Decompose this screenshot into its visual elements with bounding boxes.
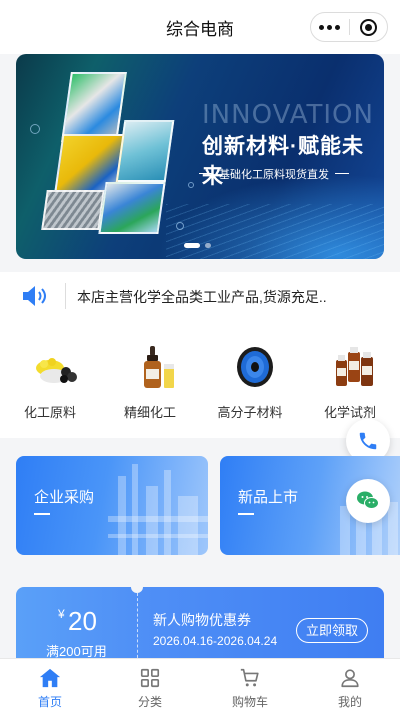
- coupon-validity: 2026.04.16-2026.04.24: [153, 634, 278, 648]
- notice-divider: [65, 283, 66, 309]
- category-label: 化学试剂: [323, 405, 376, 420]
- collage-tile: [115, 120, 175, 182]
- close-target-icon[interactable]: [349, 13, 387, 41]
- banner-dot[interactable]: [205, 243, 211, 248]
- tab-home[interactable]: 首页: [0, 659, 100, 712]
- category-item-reagents[interactable]: 化学试剂: [300, 320, 400, 438]
- category-item-fine-chemicals[interactable]: 精细化工: [100, 320, 200, 438]
- collage-tile: [98, 182, 166, 234]
- wechat-contact-button[interactable]: [346, 479, 390, 523]
- top-nav-bar: 综合电商: [0, 0, 400, 54]
- phone-icon: [359, 432, 377, 450]
- tab-label: 购物车: [231, 695, 268, 709]
- hero-banner[interactable]: INNOVATION 创新材料·赋能未来 基础化工原料现货直发: [16, 54, 384, 259]
- tab-cart[interactable]: 购物车: [200, 659, 300, 712]
- raw-materials-icon: [36, 358, 77, 383]
- home-icon: [39, 668, 61, 688]
- coupon-divider: [137, 593, 138, 663]
- more-options-icon[interactable]: [311, 13, 349, 41]
- banner-en-text: INNOVATION: [202, 100, 374, 130]
- category-label: 高分子材料: [217, 405, 283, 420]
- promo-card-title: 新品上市: [238, 489, 299, 506]
- collage-tile: [41, 190, 105, 230]
- mini-program-capsule: [310, 12, 388, 42]
- category-label: 精细化工: [123, 405, 176, 420]
- promo-card-enterprise[interactable]: 企业采购: [16, 456, 208, 555]
- tab-label: 分类: [137, 695, 162, 709]
- dropper-bottle-icon: [144, 346, 174, 388]
- banner-material-collage: [36, 72, 186, 242]
- claim-coupon-button[interactable]: 立即领取: [296, 618, 368, 643]
- announcement-bar[interactable]: 本店主营化学全品类工业产品,货源充足..: [0, 272, 400, 320]
- factory-image: [108, 464, 208, 555]
- category-grid: 化工原料 精细化工 高分子材料 化学试剂: [0, 320, 400, 438]
- collage-tile: [61, 72, 127, 142]
- promo-card-underline: [238, 513, 254, 515]
- category-label: 化工原料: [23, 405, 76, 420]
- bottom-tab-bar: 首页 分类 购物车 我的: [0, 658, 400, 712]
- speaker-icon: [23, 286, 46, 306]
- banner-pagination: [184, 243, 211, 248]
- promo-card-underline: [34, 513, 50, 515]
- promo-card-title: 企业采购: [34, 489, 95, 506]
- coupon-currency: ¥: [58, 607, 65, 621]
- notice-text: 本店主营化学全品类工业产品,货源充足..: [77, 289, 327, 305]
- banner-subline: 基础化工原料现货直发: [199, 166, 349, 182]
- tab-category[interactable]: 分类: [100, 659, 200, 712]
- category-item-polymers[interactable]: 高分子材料: [200, 320, 300, 438]
- wechat-icon: [357, 491, 379, 509]
- tab-label: 首页: [37, 695, 62, 709]
- tab-label: 我的: [337, 695, 362, 709]
- tab-profile[interactable]: 我的: [300, 659, 400, 712]
- coupon-value: 20: [68, 606, 97, 636]
- molecule-dot: [188, 182, 194, 188]
- grid-icon: [140, 668, 160, 688]
- user-icon: [341, 669, 359, 688]
- reagent-bottles-icon: [336, 347, 373, 386]
- banner-light-lines: [166, 204, 384, 259]
- category-item-raw-materials[interactable]: 化工原料: [0, 320, 100, 438]
- filament-spool-icon: [237, 347, 273, 387]
- coupon-card: ¥ 20 满200可用 新人购物优惠券 2026.04.16-2026.04.2…: [16, 587, 384, 667]
- banner-dot-active[interactable]: [184, 243, 200, 248]
- coupon-title: 新人购物优惠券: [153, 612, 251, 628]
- cart-icon: [240, 668, 259, 687]
